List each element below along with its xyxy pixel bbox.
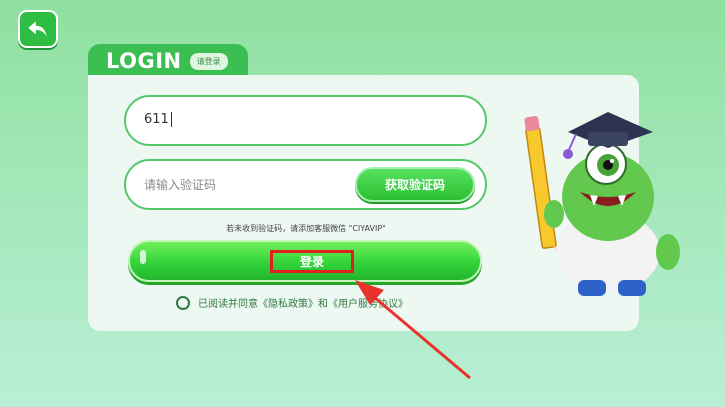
agreement-text: 已阅读并同意《隐私政策》和《用户服务协议》 — [198, 299, 408, 310]
phone-value: 611 — [144, 112, 169, 127]
mascot-illustration — [524, 112, 680, 296]
page-subtitle: 请登录 — [189, 52, 228, 70]
login-button[interactable]: 登录 — [128, 240, 482, 282]
agreement-row[interactable]: 已阅读并同意《隐私政策》和《用户服务协议》 — [176, 295, 408, 310]
phone-field[interactable]: 611 — [124, 95, 487, 146]
code-input[interactable] — [144, 175, 334, 195]
text-caret — [170, 112, 172, 127]
back-arrow-icon — [28, 21, 47, 37]
button-shine — [140, 250, 146, 264]
code-field[interactable]: 获取验证码 — [124, 159, 487, 210]
login-tab: LOGIN 请登录 — [88, 44, 248, 78]
agreement-checkbox[interactable] — [176, 295, 190, 310]
login-button-label: 登录 — [270, 250, 354, 273]
phone-input[interactable]: 611 — [144, 112, 172, 127]
support-hint: 若未收到验证码，请添加客服微信 "CIYAVIP" — [226, 224, 386, 233]
page-title: LOGIN — [106, 49, 182, 73]
get-code-button[interactable]: 获取验证码 — [355, 167, 475, 202]
back-button[interactable] — [18, 10, 58, 48]
